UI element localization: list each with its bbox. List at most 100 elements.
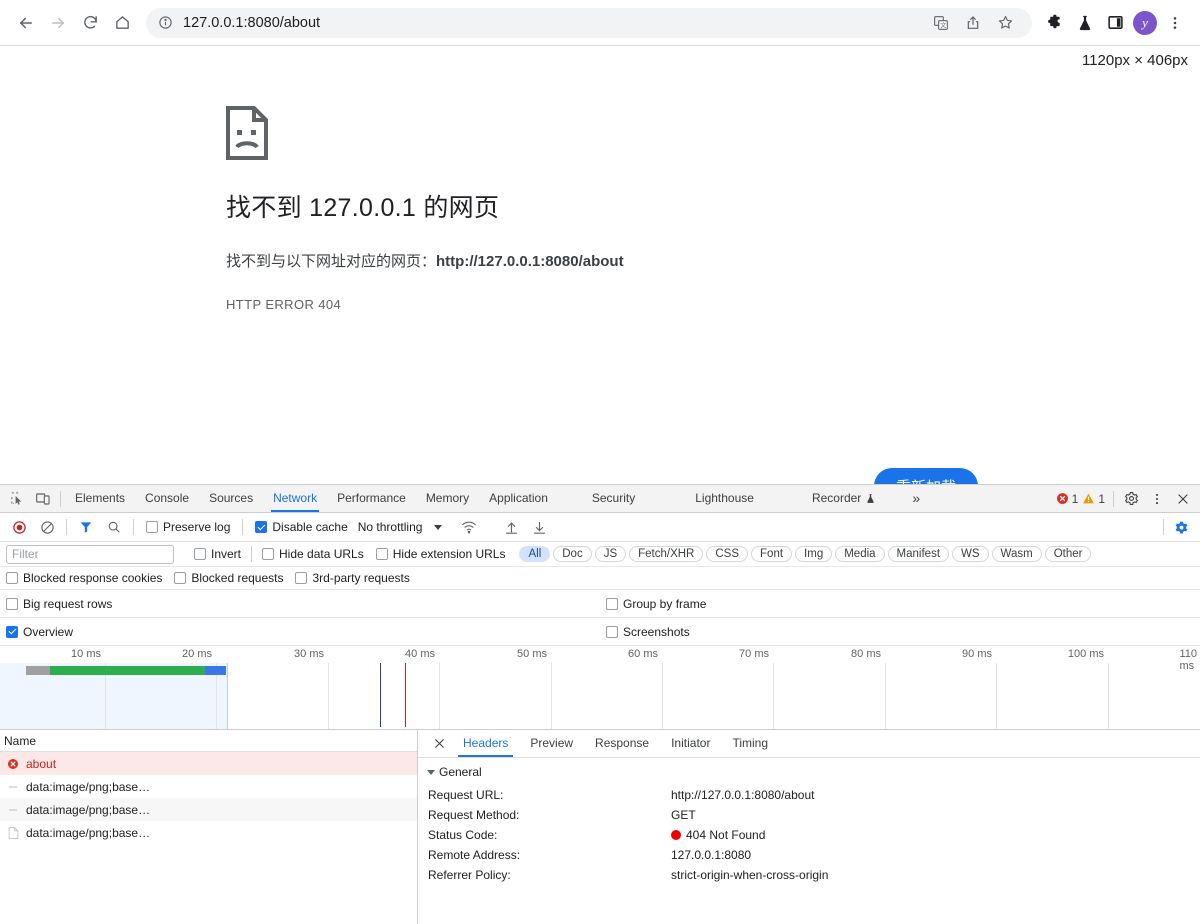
- tab-sources[interactable]: Sources: [199, 485, 263, 512]
- chip-css[interactable]: CSS: [706, 546, 749, 562]
- checkbox-box: [194, 548, 206, 560]
- table-row[interactable]: data:image/png;base…: [0, 821, 417, 844]
- table-row[interactable]: about: [0, 752, 417, 775]
- network-overview-timeline[interactable]: 10 ms 20 ms 30 ms 40 ms 50 ms 60 ms 70 m…: [0, 646, 1200, 730]
- detail-tab-initiator[interactable]: Initiator: [660, 730, 721, 757]
- home-button[interactable]: [106, 7, 138, 39]
- third-party-requests-checkbox[interactable]: 3rd-party requests: [295, 571, 410, 585]
- share-icon[interactable]: [958, 8, 988, 38]
- header-row-remote-address: Remote Address: 127.0.0.1:8080: [418, 845, 1200, 865]
- overview-request-bar-download: [50, 666, 205, 675]
- blocked-response-cookies-checkbox[interactable]: Blocked response cookies: [6, 571, 162, 585]
- detail-tab-timing[interactable]: Timing: [721, 730, 779, 757]
- back-button[interactable]: [10, 7, 42, 39]
- chip-doc[interactable]: Doc: [553, 546, 592, 562]
- kebab-menu-icon[interactable]: [1144, 486, 1170, 512]
- screenshots-label: Screenshots: [623, 624, 690, 639]
- page-title: 找不到 127.0.0.1 的网页: [226, 194, 500, 222]
- search-icon[interactable]: [101, 514, 127, 540]
- error-counter[interactable]: 1: [1056, 492, 1078, 506]
- reload-icon-button[interactable]: [74, 7, 106, 39]
- close-icon[interactable]: [426, 731, 452, 757]
- page-viewport: 1120px × 406px 找不到 127.0.0.1 的网页 找不到与以下网…: [0, 46, 1200, 484]
- avatar[interactable]: y: [1130, 8, 1160, 38]
- chip-other[interactable]: Other: [1044, 546, 1092, 562]
- filter-toggle-icon[interactable]: [73, 514, 99, 540]
- more-tabs-button[interactable]: »: [902, 485, 930, 512]
- tab-lighthouse[interactable]: Lighthouse: [685, 485, 764, 512]
- import-har-icon[interactable]: [498, 514, 524, 540]
- group-by-frame-checkbox[interactable]: Group by frame: [606, 597, 706, 611]
- tab-performance[interactable]: Performance: [327, 485, 416, 512]
- preserve-log-label: Preserve log: [163, 520, 231, 534]
- site-info-icon[interactable]: [158, 15, 173, 30]
- header-key: Referrer Policy:: [428, 868, 511, 882]
- screenshots-checkbox[interactable]: Screenshots: [606, 625, 690, 639]
- chip-js[interactable]: JS: [594, 546, 627, 562]
- export-har-icon[interactable]: [526, 514, 552, 540]
- chrome-menu-icon[interactable]: [1160, 8, 1190, 38]
- forward-button[interactable]: [42, 7, 74, 39]
- filter-input[interactable]: [6, 544, 174, 564]
- preserve-log-checkbox[interactable]: Preserve log: [146, 520, 230, 534]
- side-panel-icon[interactable]: [1100, 8, 1130, 38]
- header-value-wrap: 404 Not Found: [671, 828, 765, 842]
- chip-img[interactable]: Img: [795, 546, 833, 562]
- invert-checkbox[interactable]: Invert: [194, 547, 241, 561]
- error-page-content: 找不到 127.0.0.1 的网页 找不到与以下网址对应的网页：http://1…: [226, 106, 826, 312]
- tab-security[interactable]: Security: [582, 485, 645, 512]
- chip-wasm[interactable]: Wasm: [991, 546, 1042, 562]
- request-list-header[interactable]: Name: [0, 730, 417, 752]
- tab-elements[interactable]: Elements: [65, 485, 135, 512]
- tab-application[interactable]: Application: [479, 485, 558, 512]
- detail-tab-response[interactable]: Response: [584, 730, 660, 757]
- reload-button[interactable]: 重新加载: [874, 468, 979, 484]
- checkbox-box: [606, 625, 618, 638]
- chip-all[interactable]: All: [519, 546, 551, 562]
- record-button[interactable]: [6, 514, 32, 540]
- blocked-options-row: Blocked response cookies Blocked request…: [0, 567, 1200, 590]
- close-icon[interactable]: [1170, 486, 1196, 512]
- devtools-tabbar: Elements Console Sources Network Perform…: [0, 485, 1200, 513]
- chip-font[interactable]: Font: [751, 546, 793, 562]
- hide-extension-urls-label: Hide extension URLs: [392, 547, 506, 561]
- network-settings-gear-icon[interactable]: [1168, 514, 1194, 540]
- hide-data-urls-checkbox[interactable]: Hide data URLs: [262, 547, 364, 561]
- flask-icon[interactable]: [1070, 8, 1100, 38]
- tab-memory[interactable]: Memory: [416, 485, 479, 512]
- hide-extension-urls-checkbox[interactable]: Hide extension URLs: [375, 547, 506, 561]
- network-conditions-icon[interactable]: [456, 514, 482, 540]
- overview-tick: 100 ms: [1067, 648, 1104, 660]
- warning-counter[interactable]: 1: [1082, 492, 1105, 506]
- tab-recorder[interactable]: Recorder: [802, 485, 886, 512]
- address-bar[interactable]: 127.0.0.1:8080/about 文: [146, 7, 1032, 38]
- toolbar-divider-1: [66, 519, 67, 535]
- clear-button[interactable]: [34, 514, 60, 540]
- overview-checkbox[interactable]: Overview: [6, 625, 73, 639]
- device-toolbar-icon[interactable]: [30, 486, 56, 512]
- tab-network[interactable]: Network: [263, 485, 327, 512]
- detail-tab-preview[interactable]: Preview: [519, 730, 584, 757]
- throttling-dropdown[interactable]: No throttling: [358, 520, 443, 534]
- general-section-toggle[interactable]: General: [418, 758, 1200, 785]
- chip-media[interactable]: Media: [835, 546, 885, 562]
- bookmark-star-icon[interactable]: [990, 8, 1020, 38]
- extensions-icon[interactable]: [1040, 8, 1070, 38]
- checkbox-box: [6, 625, 18, 638]
- chip-fetch-xhr[interactable]: Fetch/XHR: [629, 546, 704, 562]
- inspect-element-icon[interactable]: [4, 486, 30, 512]
- chip-manifest[interactable]: Manifest: [887, 546, 950, 562]
- big-request-rows-checkbox[interactable]: Big request rows: [6, 597, 112, 611]
- blocked-requests-checkbox[interactable]: Blocked requests: [174, 571, 283, 585]
- chip-ws[interactable]: WS: [952, 546, 989, 562]
- table-row[interactable]: data:image/png;base…: [0, 798, 417, 821]
- browser-toolbar: 127.0.0.1:8080/about 文 y: [0, 0, 1200, 46]
- disable-cache-checkbox[interactable]: Disable cache: [255, 520, 348, 534]
- checkbox-box: [295, 572, 308, 584]
- detail-tab-headers[interactable]: Headers: [452, 730, 519, 757]
- tabbar-divider-right: [1113, 490, 1114, 507]
- tab-console[interactable]: Console: [135, 485, 199, 512]
- translate-icon[interactable]: 文: [926, 8, 956, 38]
- gear-icon[interactable]: [1118, 486, 1144, 512]
- table-row[interactable]: data:image/png;base…: [0, 775, 417, 798]
